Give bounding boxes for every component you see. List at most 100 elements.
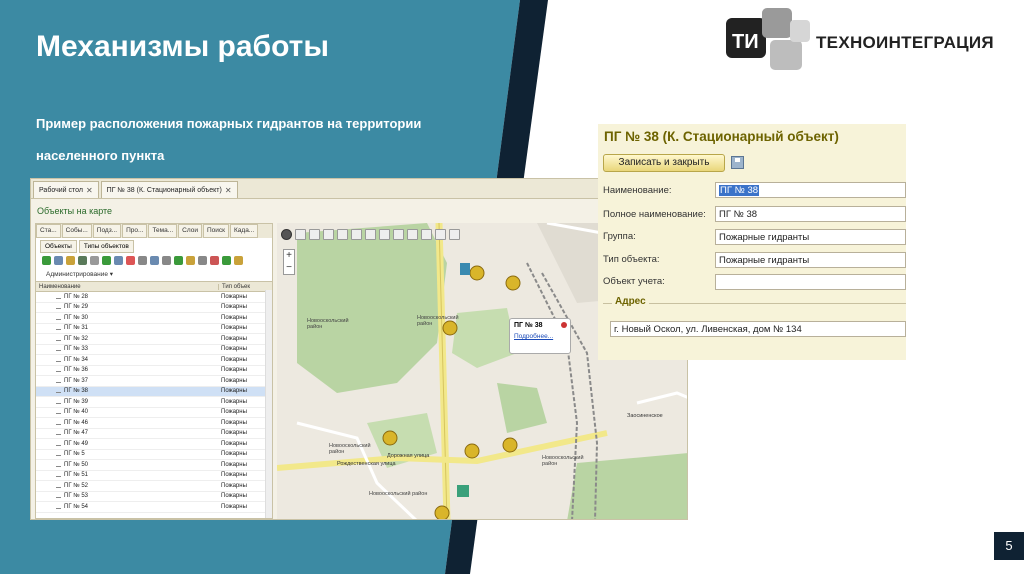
left-tab[interactable]: Када... [230,224,259,238]
table-row[interactable]: ПГ № 28 Пожарны [36,292,272,303]
account-object-field[interactable] [715,274,906,290]
close-icon[interactable]: ✕ [225,186,232,195]
print-icon[interactable] [449,229,460,240]
left-tab[interactable]: Подз... [92,224,122,238]
table-row[interactable]: ПГ № 53 Пожарны [36,492,272,502]
tab-object-pg38[interactable]: ПГ № 38 (К. Стационарный объект) ✕ [100,181,238,198]
save-icon[interactable] [731,156,744,169]
table-row[interactable]: ПГ № 39 Пожарны [36,397,272,408]
table-row[interactable]: ПГ № 34 Пожарны [36,355,272,366]
settings-icon[interactable] [198,256,207,265]
zoom-in-button[interactable]: + [284,250,294,262]
table-row[interactable]: ПГ № 33 Пожарны [36,345,272,355]
cancel-icon[interactable] [126,256,135,265]
left-tab[interactable]: Слои [178,224,202,238]
list-icon[interactable] [138,256,147,265]
row-type: Пожарны [221,503,247,510]
column-name[interactable]: Наименование [36,284,218,290]
row-type: Пожарны [221,461,247,468]
refresh-icon[interactable] [102,256,111,265]
name-field[interactable]: ПГ № 38 [715,182,906,198]
full-name-field[interactable]: ПГ № 38 [715,206,906,222]
admin-menu[interactable]: Администрирование ▾ [46,270,113,278]
gis-app-window: Рабочий стол ✕ ПГ № 38 (К. Стационарный … [30,178,688,520]
draw-icon[interactable] [351,229,362,240]
slide-subtitle: Пример расположения пожарных гидрантов н… [36,116,422,163]
table-row[interactable]: ПГ № 32 Пожарны [36,334,272,345]
edit-icon[interactable] [66,256,75,265]
group-field[interactable]: Пожарные гидранты [715,229,906,245]
print-icon[interactable] [162,256,171,265]
add-icon[interactable] [42,256,51,265]
row-name: ПГ № 33 [36,346,218,352]
mark-icon[interactable] [78,256,87,265]
info-icon[interactable] [309,229,320,240]
table-row[interactable]: ПГ № 29 Пожарны [36,303,272,313]
report-icon[interactable] [150,256,159,265]
table-row[interactable]: ПГ № 50 Пожарны [36,460,272,471]
slide-title: Механизмы работы [36,30,329,63]
map-popup: ПГ № 38 Подробнее... [509,318,571,354]
address-field[interactable]: г. Новый Оскол, ул. Ливенская, дом № 134 [610,321,906,337]
target-icon[interactable] [295,229,306,240]
search-icon[interactable] [114,256,123,265]
popup-details-link[interactable]: Подробнее... [514,333,553,340]
layers-icon[interactable] [407,229,418,240]
table-row[interactable]: ПГ № 51 Пожарны [36,471,272,481]
zoom-in-icon[interactable] [421,229,432,240]
zoom-control[interactable]: + − [283,249,295,275]
page-number: 5 [994,532,1024,560]
table-row[interactable]: ПГ № 37 Пожарны [36,376,272,387]
left-tab[interactable]: Про... [122,224,148,238]
table-row[interactable]: ПГ № 49 Пожарны [36,439,272,450]
table-row[interactable]: ПГ № 36 Пожарны [36,366,272,376]
tab-label: ПГ № 38 (К. Стационарный объект) [106,186,222,194]
save-and-close-button[interactable]: Записать и закрыть [603,154,725,172]
flag-icon[interactable] [222,256,231,265]
close-icon[interactable] [561,322,567,328]
object-type-field[interactable]: Пожарные гидранты [715,252,906,268]
column-type[interactable]: Тип объек [218,283,272,290]
zoom-out-icon[interactable] [435,229,446,240]
pan-icon[interactable] [323,229,334,240]
table-row[interactable]: ПГ № 47 Пожарны [36,429,272,439]
hydrant-icon[interactable] [234,256,243,265]
tab-desktop[interactable]: Рабочий стол ✕ [33,181,99,198]
subtab-objects[interactable]: Объекты [40,240,77,253]
map-label: Новооскольский район [417,315,459,327]
measure-icon[interactable] [379,229,390,240]
close-icon[interactable]: ✕ [86,186,93,195]
table-row[interactable]: ПГ № 5 Пожарны [36,450,272,460]
row-name: ПГ № 29 [36,304,218,310]
filter-icon[interactable] [393,229,404,240]
table-row[interactable]: ПГ № 31 Пожарны [36,324,272,334]
street-label: Дорожная улица [387,453,430,459]
table-row[interactable]: ПГ № 30 Пожарны [36,313,272,324]
row-type: Пожарны [221,293,247,300]
select-icon[interactable] [337,229,348,240]
zoom-out-button[interactable]: − [284,262,294,274]
pin-icon[interactable] [210,256,219,265]
map-icon[interactable] [174,256,183,265]
delete-icon[interactable] [90,256,99,265]
left-tab[interactable]: Собы... [61,224,92,238]
left-tab[interactable]: Тема... [148,224,178,238]
table-row[interactable]: ПГ № 38 Пожарны [36,386,272,397]
polygon-icon[interactable] [365,229,376,240]
row-type: Пожарны [221,377,247,384]
table-row[interactable]: ПГ № 52 Пожарны [36,481,272,492]
copy-icon[interactable] [54,256,63,265]
row-name: ПГ № 51 [36,472,218,478]
left-tab[interactable]: Ста... [36,224,61,238]
globe-icon[interactable] [281,229,292,240]
table-row[interactable]: ПГ № 54 Пожарны [36,502,272,513]
table-row[interactable]: ПГ № 40 Пожарны [36,408,272,418]
row-type: Пожарны [221,409,247,416]
subtab-object-types[interactable]: Типы объектов [78,240,134,253]
table-row[interactable]: ПГ № 46 Пожарны [36,418,272,429]
panel-title: Объекты на карте [37,206,113,216]
left-tab[interactable]: Поиск [202,224,229,238]
map-label: Новооскольский район [329,443,371,455]
layers-icon[interactable] [186,256,195,265]
scrollbar[interactable] [265,290,272,518]
